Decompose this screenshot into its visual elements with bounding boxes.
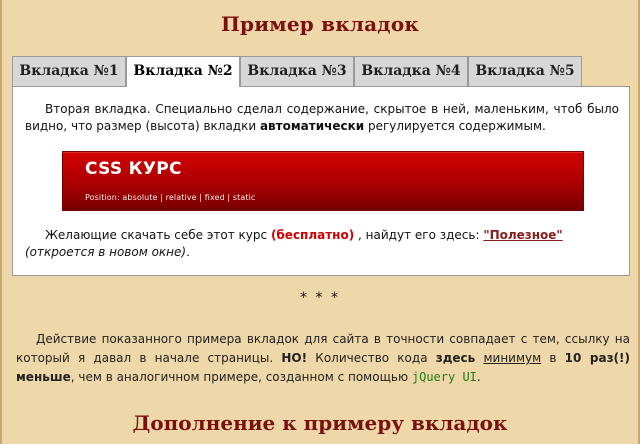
download-note: (откроется в новом окне) <box>25 245 187 259</box>
intro-suffix: регулируется содержимым. <box>367 119 546 133</box>
tab-1[interactable]: Вкладка №1 <box>12 56 126 86</box>
footer-times: 10 раз(!) <box>564 351 631 365</box>
download-link[interactable]: "Полезное" <box>483 228 562 242</box>
tab-4[interactable]: Вкладка №4 <box>354 56 468 86</box>
download-middle: , найдут его здесь: <box>358 228 484 242</box>
css-course-banner[interactable]: CSS КУРС Position: absolute | relative |… <box>62 151 584 211</box>
footer-part6: , чем в аналогичном примере, созданном с… <box>70 370 412 384</box>
separator: * * * <box>300 290 340 306</box>
download-emphasis: (бесплатно) <box>270 228 355 242</box>
banner-subtitle: Position: absolute | relative | fixed | … <box>85 193 256 202</box>
download-prefix: Желающие скачать себе этот курс <box>45 228 271 242</box>
intro-bold: автоматически <box>259 119 365 133</box>
page-title: Пример вкладок <box>220 12 420 36</box>
intro-paragraph: Вторая вкладка. Специально сделал содерж… <box>25 101 619 135</box>
tab-content-panel: Вторая вкладка. Специально сделал содерж… <box>12 86 630 276</box>
banner-title: CSS КУРС <box>85 159 182 179</box>
download-period: . <box>186 245 190 259</box>
footer-minimum: минимум <box>483 351 542 365</box>
footer-here: здесь <box>435 351 476 365</box>
section-title: Дополнение к примеру вкладок <box>132 411 508 435</box>
tab-bar: Вкладка №1 Вкладка №2 Вкладка №3 Вкладка… <box>12 56 582 87</box>
tab-2[interactable]: Вкладка №2 <box>126 56 240 87</box>
footer-part2: Количество кода <box>307 351 436 365</box>
tab-5[interactable]: Вкладка №5 <box>468 56 582 86</box>
footer-paragraph: Действие показанного примера вкладок для… <box>16 330 630 387</box>
footer-less: меньше <box>16 370 71 384</box>
footer-no: НО! <box>281 351 308 365</box>
download-paragraph: Желающие скачать себе этот курс (бесплат… <box>25 227 619 261</box>
jquery-ui-label: jQuery UI <box>411 370 477 384</box>
footer-part4: в <box>541 351 565 365</box>
footer-part7: . <box>476 370 481 384</box>
page: Пример вкладок Вкладка №1 Вкладка №2 Вкл… <box>0 0 640 444</box>
tab-3[interactable]: Вкладка №3 <box>240 56 354 86</box>
